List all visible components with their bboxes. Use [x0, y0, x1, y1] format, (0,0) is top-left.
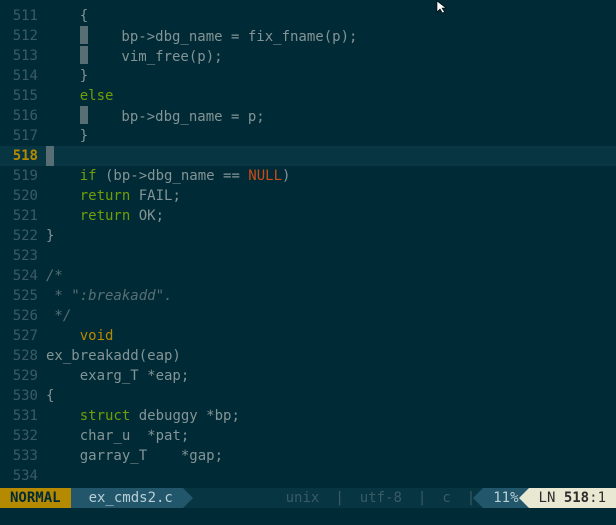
- status-spacer: [183, 488, 278, 508]
- code-line[interactable]: garray_T *gap;: [46, 446, 616, 466]
- mode-indicator: NORMAL: [0, 488, 71, 508]
- code-line[interactable]: return FAIL;: [46, 186, 616, 206]
- code-content[interactable]: { bp->dbg_name = fix_fname(p); vim_free(…: [46, 0, 616, 488]
- line-number: 532: [0, 426, 46, 446]
- status-line: NORMAL ex_cmds2.c unix | utf-8 | c | 11%…: [0, 488, 616, 508]
- line-number-gutter: 5115125135145155165175185195205215225235…: [0, 0, 46, 488]
- cursor-position: LN 518:1: [529, 488, 616, 508]
- code-line[interactable]: else: [46, 86, 616, 106]
- line-number: 530: [0, 386, 46, 406]
- code-line[interactable]: */: [46, 306, 616, 326]
- line-number: 522: [0, 226, 46, 246]
- code-line[interactable]: }: [46, 226, 616, 246]
- line-number: 521: [0, 206, 46, 226]
- code-line[interactable]: * ":breakadd".: [46, 286, 616, 306]
- code-line[interactable]: char_u *pat;: [46, 426, 616, 446]
- line-number: 511: [0, 6, 46, 26]
- line-number: 526: [0, 306, 46, 326]
- line-number: 513: [0, 46, 46, 66]
- code-line[interactable]: }: [46, 66, 616, 86]
- code-line[interactable]: if (bp->dbg_name == NULL): [46, 166, 616, 186]
- line-number: 529: [0, 366, 46, 386]
- code-line[interactable]: [46, 146, 616, 166]
- line-number: 523: [0, 246, 46, 266]
- command-line-area[interactable]: [0, 508, 616, 525]
- editor-window: 5115125135145155165175185195205215225235…: [0, 0, 616, 525]
- line-number: 534: [0, 466, 46, 486]
- code-line[interactable]: ex_breakadd(eap): [46, 346, 616, 366]
- code-area[interactable]: 5115125135145155165175185195205215225235…: [0, 0, 616, 488]
- line-number: 527: [0, 326, 46, 346]
- code-line[interactable]: [46, 466, 616, 486]
- line-number: 512: [0, 26, 46, 46]
- line-number: 518: [0, 146, 46, 166]
- line-number: 517: [0, 126, 46, 146]
- code-line[interactable]: [46, 246, 616, 266]
- line-number: 519: [0, 166, 46, 186]
- line-number: 516: [0, 106, 46, 126]
- line-number: 528: [0, 346, 46, 366]
- file-type: c: [434, 488, 458, 508]
- line-number: 533: [0, 446, 46, 466]
- code-line[interactable]: vim_free(p);: [46, 46, 616, 66]
- line-number: 520: [0, 186, 46, 206]
- line-number: 524: [0, 266, 46, 286]
- code-line[interactable]: void: [46, 326, 616, 346]
- filename-segment: ex_cmds2.c: [71, 488, 183, 508]
- code-line[interactable]: bp->dbg_name = fix_fname(p);: [46, 26, 616, 46]
- code-line[interactable]: {: [46, 386, 616, 406]
- line-number: 525: [0, 286, 46, 306]
- code-line[interactable]: {: [46, 6, 616, 26]
- code-line[interactable]: }: [46, 126, 616, 146]
- line-number: 514: [0, 66, 46, 86]
- code-line[interactable]: exarg_T *eap;: [46, 366, 616, 386]
- code-line[interactable]: return OK;: [46, 206, 616, 226]
- code-line[interactable]: struct debuggy *bp;: [46, 406, 616, 426]
- line-number: 531: [0, 406, 46, 426]
- file-encoding: utf-8: [352, 488, 410, 508]
- code-line[interactable]: /*: [46, 266, 616, 286]
- file-format: unix: [278, 488, 328, 508]
- line-number: 515: [0, 86, 46, 106]
- code-line[interactable]: bp->dbg_name = p;: [46, 106, 616, 126]
